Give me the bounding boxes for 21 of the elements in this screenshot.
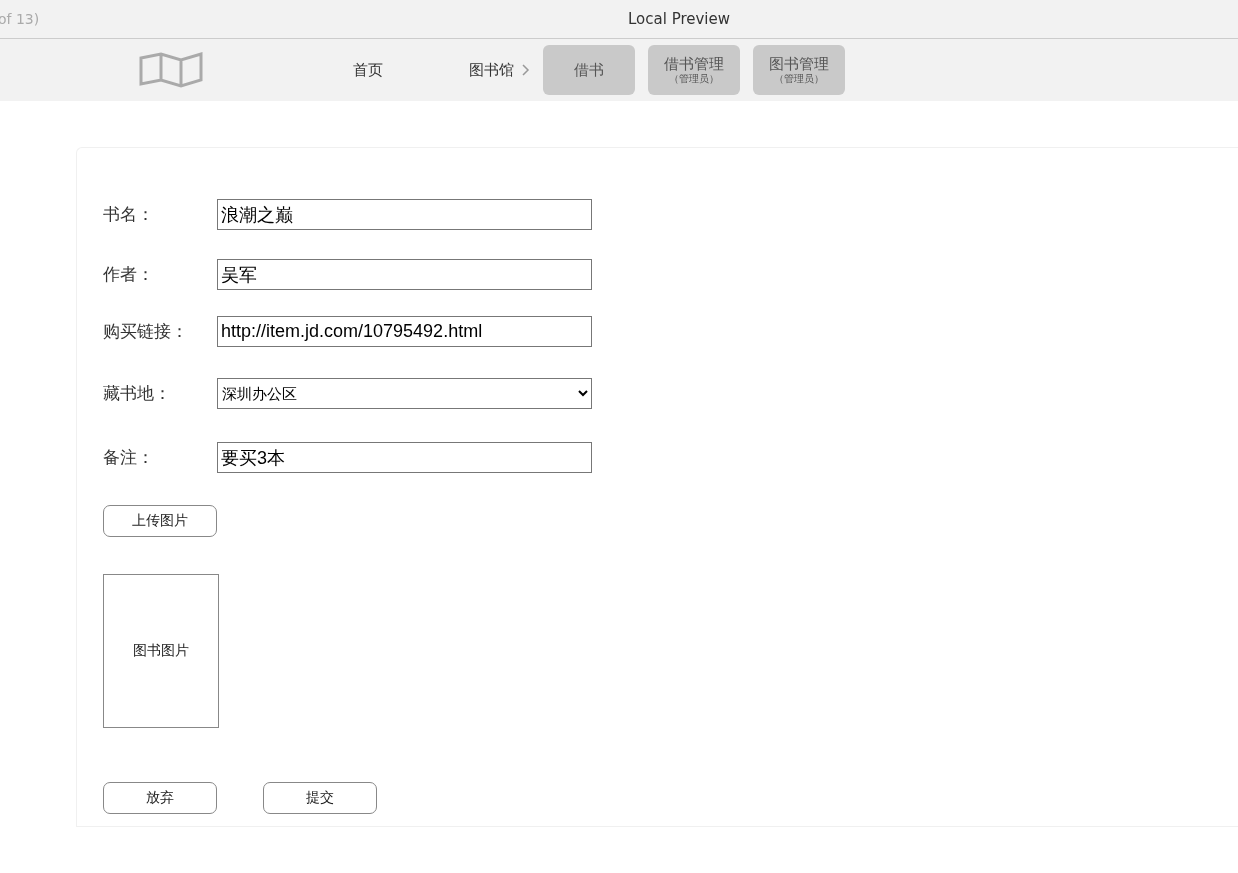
field-label: 备注： [103, 446, 155, 469]
upload-button[interactable]: 上传图片 [103, 505, 217, 537]
nav-button[interactable]: 借书管理 （管理员） [648, 45, 740, 95]
field-label: 购买链接： [103, 320, 189, 343]
input-field[interactable]: 浪潮之巅 [217, 199, 592, 230]
input-field[interactable]: http://item.jd.com/10795492.html [217, 316, 592, 347]
location-dropdown[interactable]: 深圳办公区 [217, 378, 592, 409]
map-icon[interactable] [139, 52, 203, 88]
input-field[interactable]: 要买3本 [217, 442, 592, 473]
action-button[interactable]: 放弃 [103, 782, 217, 814]
nav-link[interactable]: 首页 [353, 60, 383, 80]
nav-link[interactable]: 图书馆 [469, 60, 530, 80]
field-label: 书名： [103, 203, 155, 226]
nav-button[interactable]: 图书管理 （管理员） [753, 45, 845, 95]
input-field[interactable]: 吴军 [217, 259, 592, 290]
image-field[interactable]: 图书图片 [103, 574, 219, 728]
field-label: 作者： [103, 263, 155, 286]
window-title: Local Preview [628, 10, 731, 28]
nav-button[interactable]: 借书 [543, 45, 635, 95]
field-label: 藏书地： [103, 382, 172, 405]
action-button[interactable]: 提交 [263, 782, 377, 814]
